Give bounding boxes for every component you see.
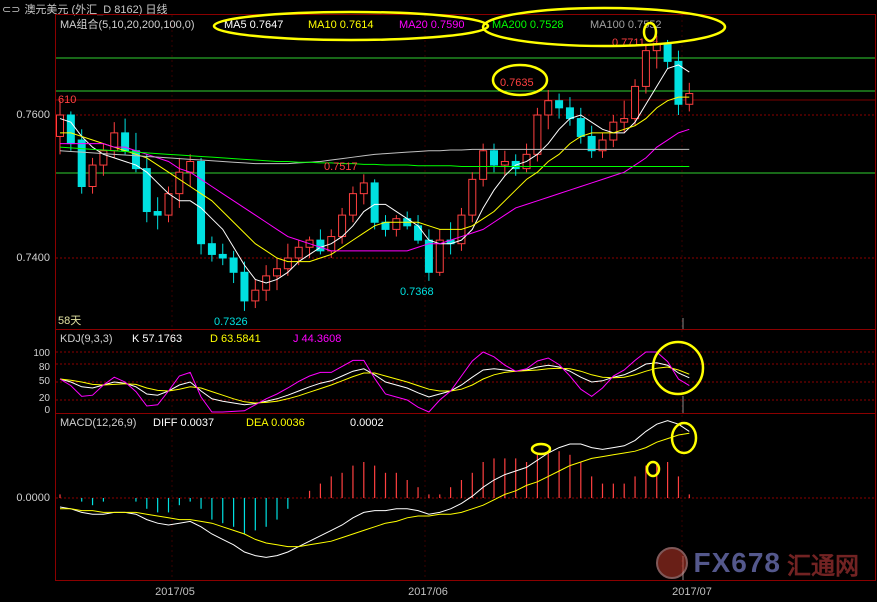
kdj-label: KDJ(9,3,3) [60,333,113,345]
watermark-text: FX678 [693,547,781,578]
candle-body-15 [218,253,227,259]
candle-body-27 [348,193,357,216]
candle-body-17 [240,271,249,302]
candle-body-14 [207,243,216,255]
line-ma100 [59,148,690,165]
kdj-tick-50: 50 [39,376,51,387]
candle-body-3 [88,164,97,188]
ma20-label: MA20 0.7590 [399,19,464,31]
fx678-logo-icon [655,547,688,579]
ma200-label: MA200 0.7528 [492,19,564,31]
candle-body-29 [370,182,379,223]
kdj-tick-100: 100 [33,348,50,359]
candle-body-22 [294,246,303,259]
candle-body-20 [273,268,281,277]
candle-body-38 [468,178,477,216]
candle-body-47 [565,107,574,120]
candle-body-58 [685,93,694,105]
macd-histogram [59,451,690,534]
candle-body-10 [164,193,173,216]
annot-0-7517: 0.7517 [324,161,358,173]
candle-body-48 [576,118,585,137]
candle-body-16 [229,257,238,273]
candle-body-45 [544,100,553,116]
candle-body-28 [359,182,368,195]
macd-diff: DIFF 0.0037 [153,417,214,429]
ma10-label: MA10 0.7614 [308,19,373,31]
panel-frames [55,14,876,581]
candle-body-44 [533,114,542,155]
candle-body-46 [555,100,564,109]
candle-body-39 [479,150,488,180]
candle-body-56 [663,43,672,62]
left-mark: 610 [58,94,76,106]
kdj-j: J 44.3608 [293,333,341,345]
annot-0-7368: 0.7368 [400,286,434,298]
candle-body-1 [66,114,75,145]
candle-body-12 [186,160,195,173]
candle-body-13 [197,160,206,245]
kdj-line-k [59,362,690,406]
candle-body-9 [153,211,162,216]
kdj-tick-80: 80 [39,362,51,373]
candle-body-51 [609,121,618,141]
chart-stage: MA组合(5,10,20,200,100,0) MA5 0.7647 MA10 … [16,6,876,598]
watermark: FX678 汇通网 [655,546,859,580]
kdj-d: D 63.5841 [210,333,261,345]
candle-body-52 [620,118,629,123]
candle-body-53 [631,85,640,120]
annot-high: 0.7711 [612,37,645,49]
line-ma5 [59,64,690,284]
macd-label: MACD(12,26,9) [60,417,136,429]
candle-body-40 [490,150,498,166]
ma5-label: MA5 0.7647 [224,19,283,31]
y-tick-1: 0.7400 [16,252,50,264]
macd-tick-0: 0.0000 [16,492,50,504]
macd-value: 0.0002 [350,417,384,429]
candle-body-26 [338,214,347,238]
candle-body-11 [175,171,184,195]
candle-body-41 [500,160,509,166]
annot-0-7326: 0.7326 [214,316,248,328]
candle-body-31 [392,218,401,230]
candle-body-21 [283,257,292,270]
y-tick-0: 0.7600 [16,109,50,121]
ma100-label: MA100 0.7552 [590,19,662,31]
ma-lines [59,64,690,284]
candle-body-18 [251,289,260,302]
candle-body-33 [414,225,423,241]
kdj-tick-20: 20 [39,393,51,404]
annot-0-7635: 0.7635 [500,77,534,89]
watermark-sub: 汇通网 [787,551,859,580]
candle-body-35 [435,239,444,273]
candle-body-2 [77,139,86,187]
x-tick-1: 2017/06 [408,586,448,598]
ma-label: MA组合(5,10,20,200,100,0) [60,17,195,31]
macd-dea: DEA 0.0036 [246,417,305,429]
days-label: 58天 [58,315,81,327]
candle-body-49 [587,135,596,152]
kdj-tick-0: 0 [44,405,50,416]
kdj-lines [59,351,690,413]
kdj-k: K 57.1763 [132,333,182,345]
x-tick-2: 2017/07 [672,586,712,598]
kdj-line-d [59,366,690,404]
highlight-macd-1 [530,442,552,456]
candle-body-54 [641,50,650,87]
x-tick-0: 2017/05 [155,586,195,598]
